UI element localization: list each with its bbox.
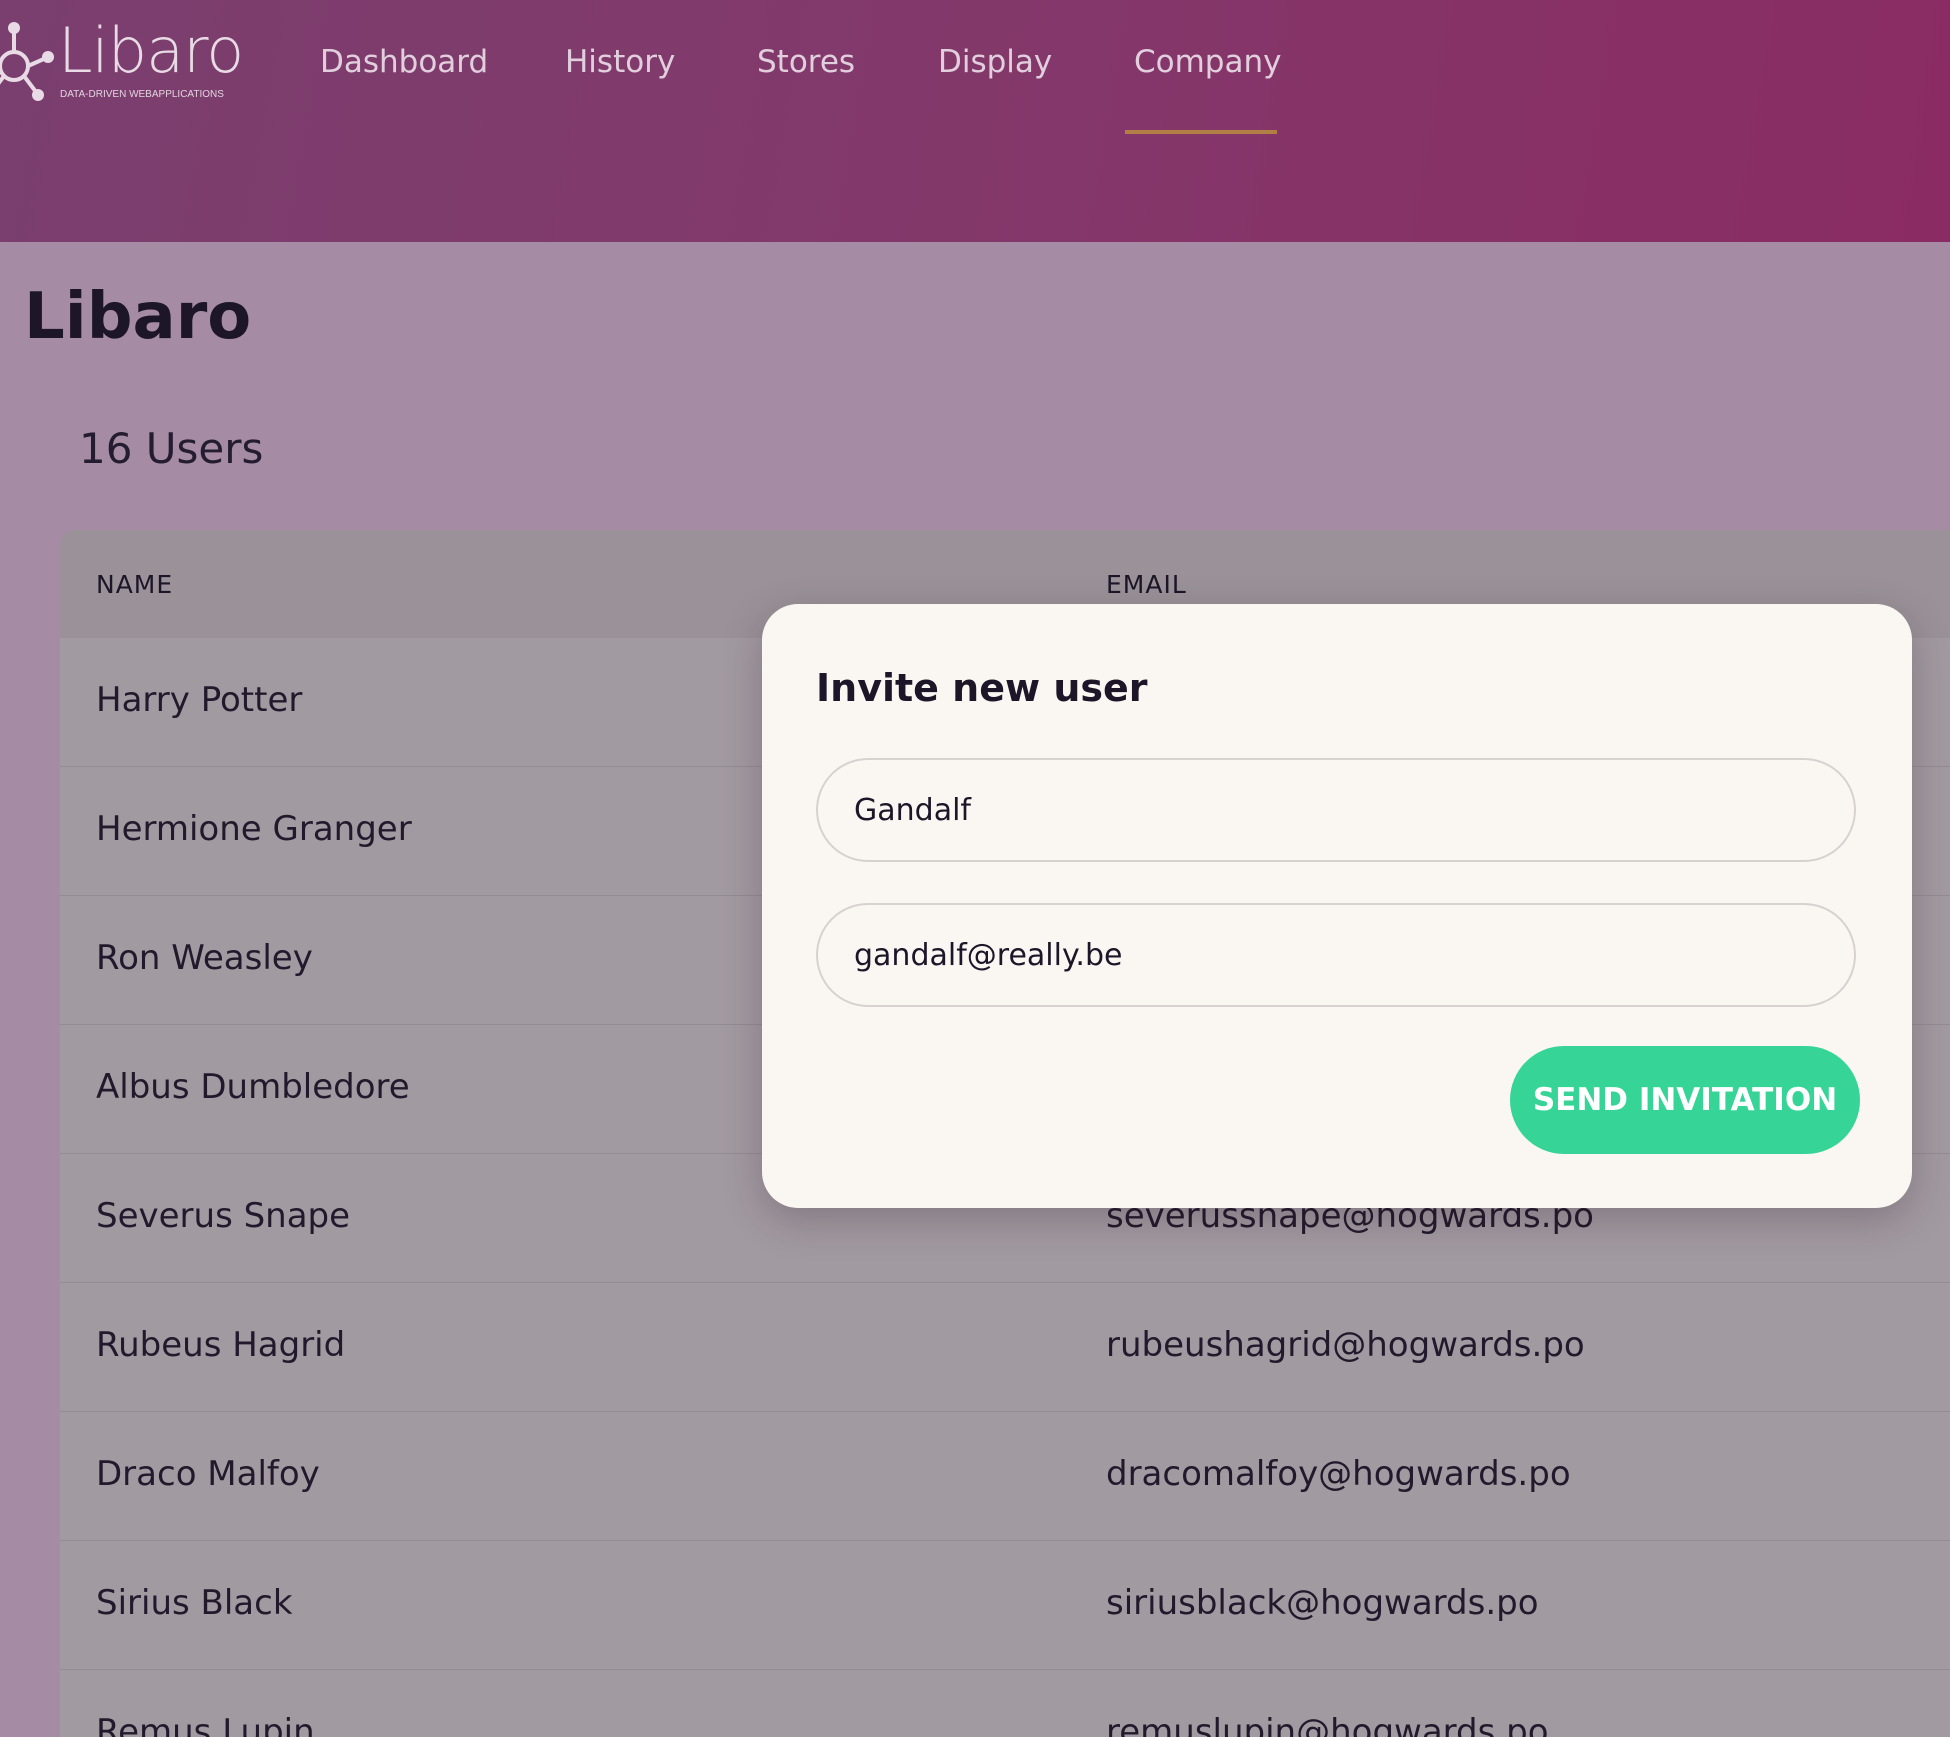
user-name: Ron Weasley	[96, 938, 313, 978]
user-email: remuslupin@hogwards.po	[1106, 1712, 1549, 1737]
user-name: Severus Snape	[96, 1196, 351, 1236]
app-page: Libaro DATA-DRIVEN WEBAPPLICATIONS Dashb…	[0, 0, 1950, 1737]
active-tab-indicator	[1125, 130, 1277, 134]
molecule-logo-icon	[0, 22, 54, 101]
brand-logo[interactable]: Libaro DATA-DRIVEN WEBAPPLICATIONS	[0, 18, 244, 108]
invite-user-modal: Invite new user SEND INVITATION	[762, 604, 1912, 1208]
user-name: Draco Malfoy	[96, 1454, 320, 1494]
user-count: 16 Users	[79, 424, 264, 473]
tab-company[interactable]: Company	[1134, 44, 1281, 80]
modal-title: Invite new user	[816, 666, 1148, 710]
user-name: Albus Dumbledore	[96, 1067, 410, 1107]
tab-dashboard[interactable]: Dashboard	[320, 44, 488, 80]
tab-history[interactable]: History	[565, 44, 675, 80]
top-header: Libaro DATA-DRIVEN WEBAPPLICATIONS Dashb…	[0, 0, 1950, 242]
tab-display[interactable]: Display	[938, 44, 1052, 80]
table-row[interactable]: Sirius Black siriusblack@hogwards.po	[60, 1541, 1950, 1670]
user-name: Harry Potter	[96, 680, 303, 720]
logo-wordmark: Libaro	[58, 14, 244, 87]
user-email: rubeushagrid@hogwards.po	[1106, 1325, 1585, 1365]
user-name: Hermione Granger	[96, 809, 412, 849]
email-input[interactable]	[816, 903, 1856, 1007]
table-row[interactable]: Remus Lupin remuslupin@hogwards.po	[60, 1670, 1950, 1737]
user-name: Rubeus Hagrid	[96, 1325, 346, 1365]
logo-tagline: DATA-DRIVEN WEBAPPLICATIONS	[60, 89, 224, 100]
tab-stores[interactable]: Stores	[757, 44, 855, 80]
column-header-name[interactable]: NAME	[96, 570, 173, 599]
column-header-email[interactable]: EMAIL	[1106, 570, 1187, 599]
table-row[interactable]: Rubeus Hagrid rubeushagrid@hogwards.po	[60, 1283, 1950, 1412]
user-name: Sirius Black	[96, 1583, 293, 1623]
send-invitation-button[interactable]: SEND INVITATION	[1510, 1046, 1860, 1154]
name-input[interactable]	[816, 758, 1856, 862]
user-email: siriusblack@hogwards.po	[1106, 1583, 1539, 1623]
table-row[interactable]: Draco Malfoy dracomalfoy@hogwards.po	[60, 1412, 1950, 1541]
user-name: Remus Lupin	[96, 1712, 315, 1737]
page-title: Libaro	[24, 280, 252, 354]
user-email: dracomalfoy@hogwards.po	[1106, 1454, 1571, 1494]
